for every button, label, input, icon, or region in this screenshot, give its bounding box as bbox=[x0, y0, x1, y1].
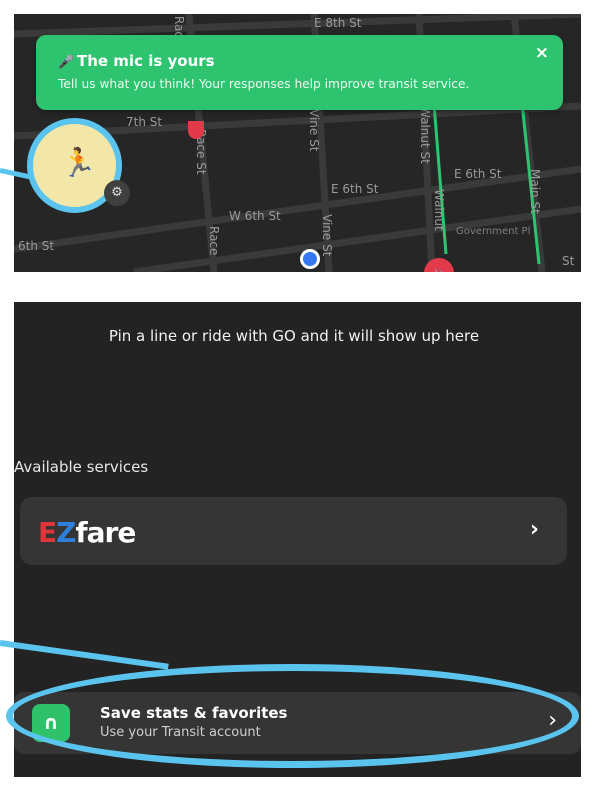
street-label: St bbox=[562, 254, 575, 268]
street-label: Main St bbox=[528, 169, 542, 214]
toast-title-row: 🎤 The mic is yours bbox=[58, 52, 215, 70]
street-label: Race bbox=[207, 226, 221, 256]
street-label: E 8th St bbox=[314, 16, 362, 30]
empty-state-message: Pin a line or ride with GO and it will s… bbox=[108, 327, 480, 345]
logo-letter: Z bbox=[56, 516, 76, 549]
highlight-ellipse bbox=[6, 664, 579, 768]
gear-icon[interactable]: ⚙ bbox=[104, 180, 130, 206]
logo-letter: E bbox=[38, 516, 57, 549]
toast-message: Tell us what you think! Your responses h… bbox=[58, 77, 470, 91]
bicycle-icon: 🚲 bbox=[430, 265, 447, 272]
street-label: W 6th St bbox=[229, 209, 281, 223]
logo-word: fare bbox=[75, 516, 136, 549]
street-label: 6th St bbox=[18, 239, 55, 253]
toast-title: The mic is yours bbox=[77, 52, 215, 70]
location-pin[interactable] bbox=[188, 121, 204, 139]
user-location-dot bbox=[300, 249, 320, 269]
ezfare-logo: EZfare bbox=[38, 516, 136, 549]
street-label: Government Pl bbox=[456, 226, 531, 237]
feedback-toast[interactable]: 🎤 The mic is yours Tell us what you think… bbox=[36, 35, 563, 110]
street-label: Vine St bbox=[307, 109, 321, 152]
microphone-icon: 🎤 bbox=[58, 55, 75, 70]
close-icon[interactable]: × bbox=[535, 45, 549, 62]
street-label: E 6th St bbox=[454, 167, 502, 181]
street-label: 7th St bbox=[126, 115, 163, 129]
street-label: E 6th St bbox=[331, 182, 379, 196]
runner-icon: 🏃 bbox=[61, 146, 96, 179]
street-label: Vine St bbox=[320, 214, 334, 257]
street-label: Walnut St bbox=[418, 106, 432, 164]
ezfare-service-card[interactable]: EZfare › bbox=[20, 497, 567, 565]
street-label: Walnut bbox=[432, 189, 446, 231]
chevron-right-icon: › bbox=[529, 517, 539, 542]
available-services-heading: Available services bbox=[14, 458, 149, 476]
